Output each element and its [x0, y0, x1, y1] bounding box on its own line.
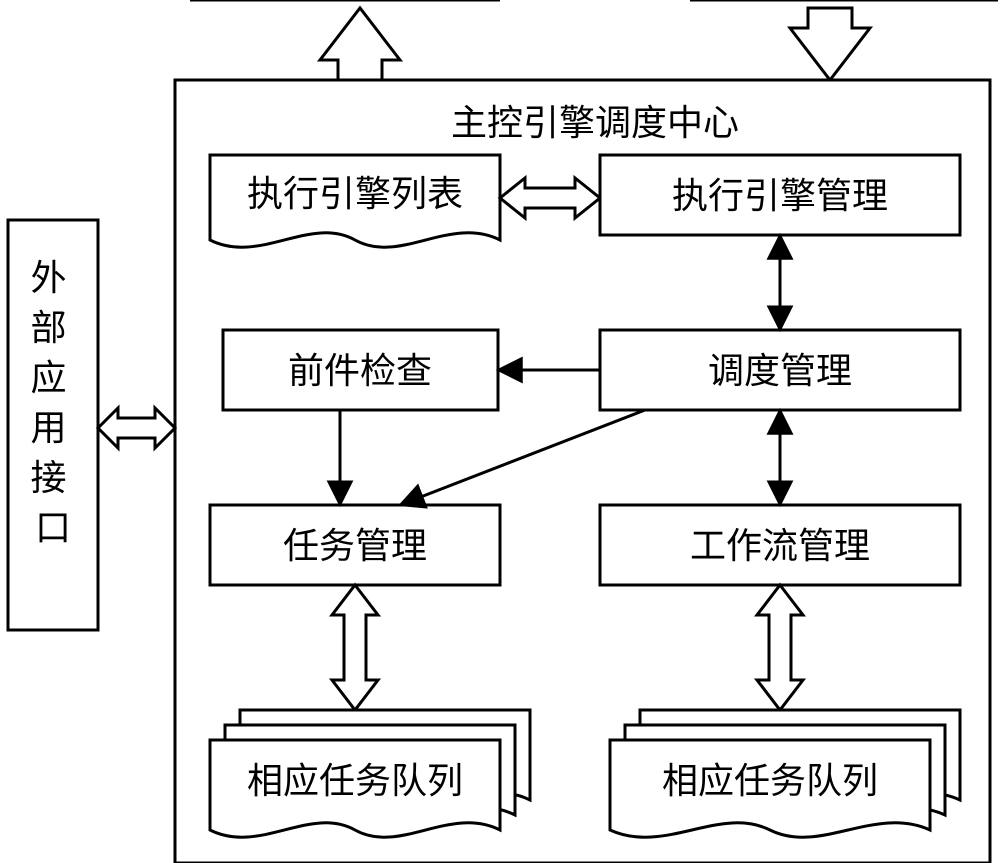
arrow-external-main [98, 408, 175, 448]
schedule-mgmt-label: 调度管理 [708, 351, 852, 391]
arrow-up-hollow [320, 8, 400, 80]
exec-engine-list-box: 执行引擎列表 [210, 155, 500, 247]
task-queue-left-stack: 相应任务队列 [210, 710, 530, 837]
task-queue-right-stack: 相应任务队列 [610, 710, 960, 837]
arrow-down-hollow [790, 8, 870, 80]
workflow-mgmt-label: 工作流管理 [690, 526, 870, 566]
title-text: 主控引擎调度中心 [451, 103, 739, 143]
task-mgmt-label: 任务管理 [283, 526, 427, 566]
exec-engine-list-label: 执行引擎列表 [247, 174, 463, 214]
exec-engine-mgmt-label: 执行引擎管理 [672, 176, 888, 216]
precondition-check-label: 前件检查 [288, 351, 432, 391]
task-queue-right-label: 相应任务队列 [662, 761, 878, 801]
task-queue-left-label: 相应任务队列 [247, 761, 463, 801]
